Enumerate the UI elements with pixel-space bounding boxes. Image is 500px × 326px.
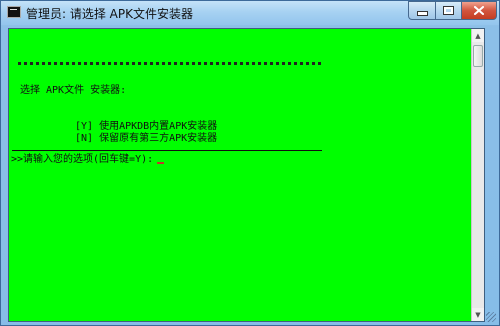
console-icon[interactable] (7, 6, 21, 18)
vertical-scrollbar[interactable]: ▲ ▼ (471, 29, 484, 321)
installer-heading: 选择 APK文件 安装器: (20, 85, 127, 96)
minimize-button[interactable] (408, 1, 436, 20)
console-output[interactable]: 选择 APK文件 安装器: [Y] 使用APKDB内置APK安装器 [N] 保留… (9, 29, 472, 321)
scroll-up-arrow-icon[interactable]: ▲ (472, 29, 484, 42)
window-title: 管理员: 请选择 APK文件安装器 (26, 7, 193, 21)
console-window: 管理员: 请选择 APK文件安装器 选择 APK文件 安装器: [Y] 使用AP… (0, 0, 500, 326)
title-bar[interactable]: 管理员: 请选择 APK文件安装器 (1, 1, 499, 25)
option-yes: [Y] 使用APKDB内置APK安装器 (75, 121, 218, 132)
option-no: [N] 保留原有第三方APK安装器 (75, 133, 218, 144)
text-cursor (157, 162, 165, 164)
separator-line (12, 150, 322, 151)
console-client-area[interactable]: 选择 APK文件 安装器: [Y] 使用APKDB内置APK安装器 [N] 保留… (8, 28, 485, 322)
input-prompt: >>请输入您的选项(回车键=Y): (11, 154, 154, 165)
resize-grip[interactable] (486, 312, 496, 322)
scroll-thumb[interactable] (473, 45, 483, 67)
scroll-down-arrow-icon[interactable]: ▼ (472, 308, 484, 321)
close-icon (474, 6, 484, 15)
maximize-icon (443, 6, 454, 15)
close-button[interactable] (461, 1, 497, 20)
minimize-icon (416, 11, 428, 16)
maximize-button[interactable] (435, 1, 462, 20)
dashed-separator (18, 62, 321, 65)
input-prompt-line[interactable]: >>请输入您的选项(回车键=Y): (11, 154, 165, 166)
